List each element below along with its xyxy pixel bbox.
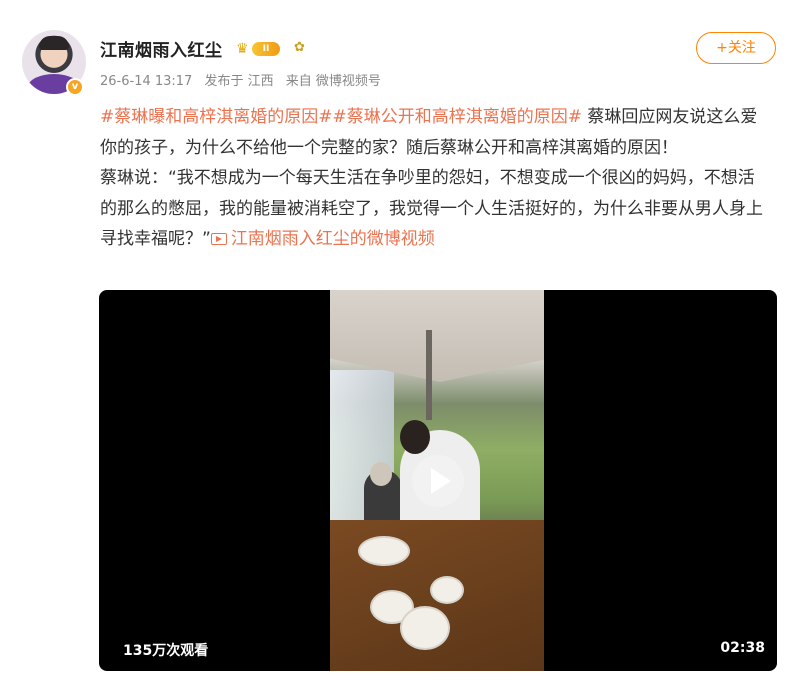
- avatar-hair: [39, 36, 69, 50]
- play-icon[interactable]: [412, 455, 464, 507]
- hashtag-link[interactable]: #蔡琳曝和高梓淇离婚的原因#: [100, 107, 333, 127]
- thumbnail-plate: [400, 606, 450, 650]
- member-level-badge[interactable]: ♛ II: [236, 40, 284, 58]
- fan-badge-icon[interactable]: ✿: [294, 40, 305, 55]
- thumbnail-person-head: [400, 420, 430, 454]
- post-time[interactable]: 26-6-14 13:17: [100, 74, 192, 89]
- author-name[interactable]: 江南烟雨入红尘: [100, 36, 223, 61]
- view-count: 135万次观看: [123, 643, 209, 659]
- level-label: II: [252, 42, 280, 56]
- video-link-icon: [210, 233, 227, 245]
- video-duration: 02:38: [720, 640, 765, 656]
- thumbnail-plate: [358, 536, 410, 566]
- crown-icon: ♛: [236, 41, 249, 57]
- thumbnail-elder-head: [370, 462, 392, 486]
- post-meta: 26-6-14 13:17 发布于 江西 来自 微博视频号: [100, 70, 389, 89]
- video-link[interactable]: 江南烟雨入红尘的微博视频: [210, 229, 435, 249]
- video-player[interactable]: 135万次观看 02:38: [99, 290, 777, 671]
- post-body: #蔡琳曝和高梓淇离婚的原因##蔡琳公开和高梓淇离婚的原因# 蔡琳回应网友说这么爱…: [100, 102, 770, 255]
- thumbnail-plate: [430, 576, 464, 604]
- follow-button[interactable]: +关注: [696, 32, 776, 64]
- thumbnail-umbrella: [330, 290, 544, 382]
- verified-badge-icon: v: [66, 78, 84, 96]
- post-source[interactable]: 来自 微博视频号: [286, 74, 381, 89]
- hashtag-link[interactable]: #蔡琳公开和高梓淇离婚的原因#: [333, 107, 583, 127]
- video-link-label: 江南烟雨入红尘的微博视频: [230, 229, 435, 249]
- post-location: 发布于 江西: [204, 74, 274, 89]
- thumbnail-pole: [426, 330, 432, 420]
